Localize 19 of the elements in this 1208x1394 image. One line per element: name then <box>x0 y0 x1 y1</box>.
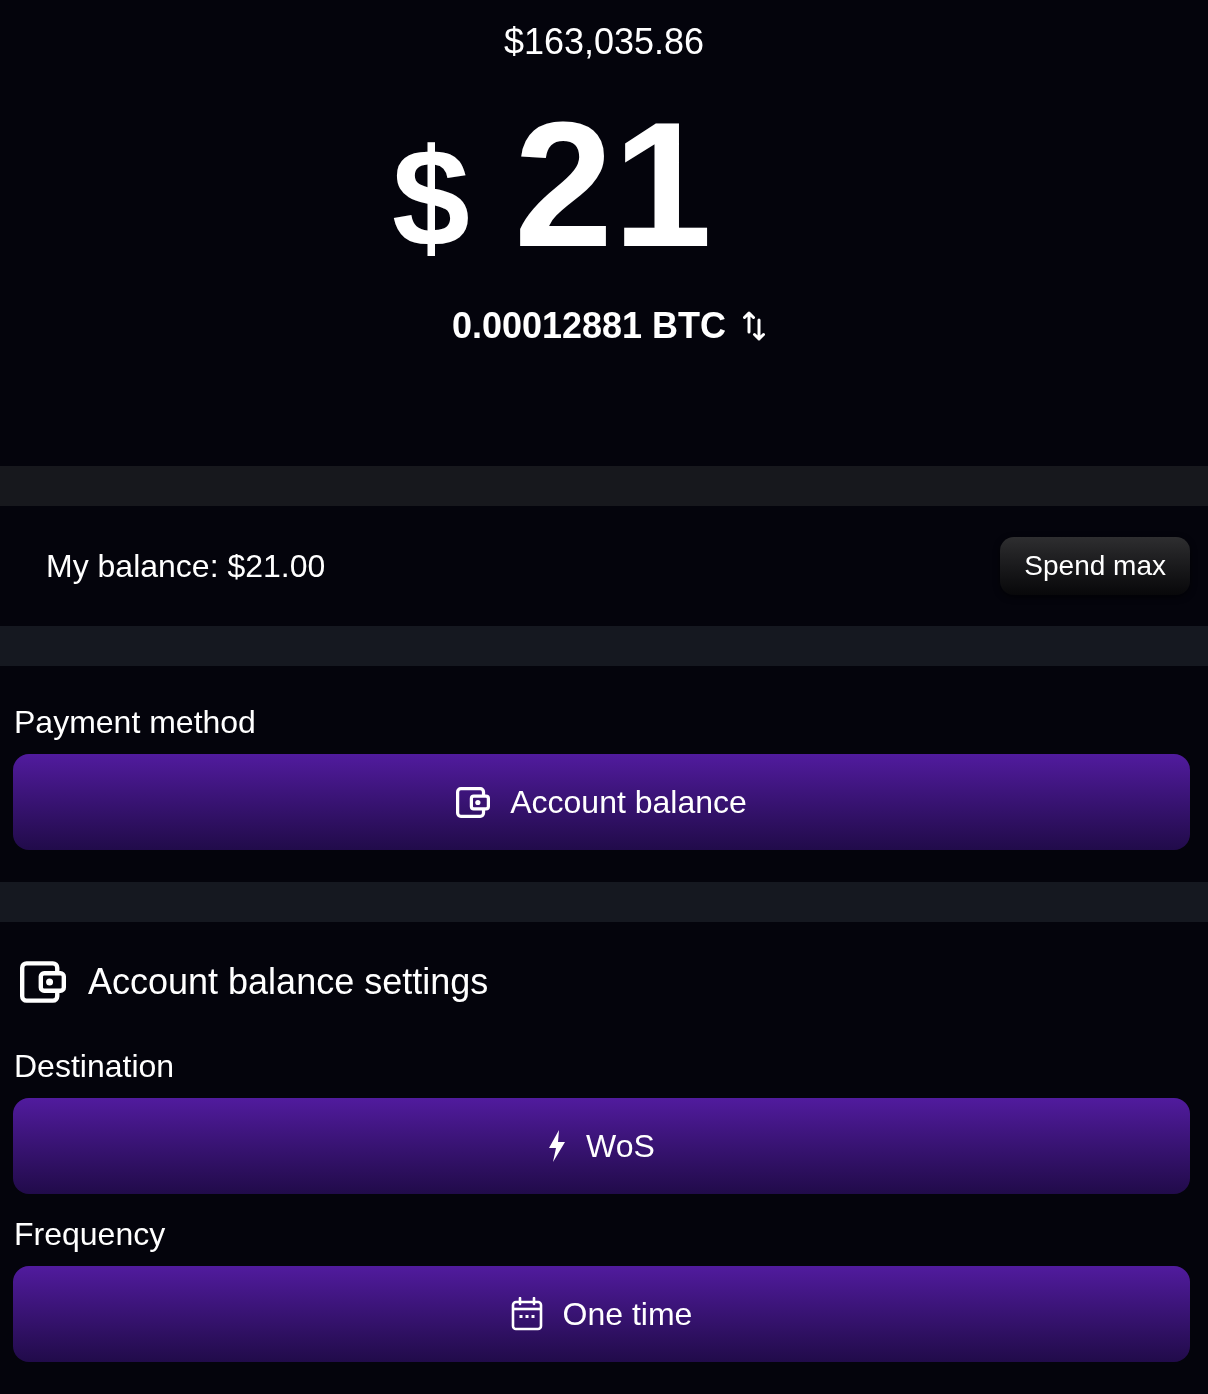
lightning-bolt-icon <box>548 1130 567 1162</box>
field-selector[interactable]: WoS <box>13 1098 1190 1194</box>
balance-label: My balance: $21.00 <box>46 547 326 586</box>
payment-method-selector[interactable]: Account balance <box>13 754 1190 850</box>
amount-value: 21 <box>513 96 712 274</box>
field-selector[interactable]: One time <box>13 1266 1190 1362</box>
wallet-icon <box>20 961 66 1003</box>
bitcoin-price: $163,035.86 <box>503 20 705 64</box>
swap-arrows-icon <box>743 310 766 342</box>
currency-symbol: $ <box>392 128 470 268</box>
field-label: Frequency <box>14 1215 166 1254</box>
swap-currency-button[interactable] <box>742 309 767 343</box>
payment-method-label: Payment method <box>14 703 256 742</box>
spend-max-button[interactable]: Spend max <box>1000 537 1190 595</box>
wallet-icon <box>456 786 491 818</box>
calendar-icon <box>510 1297 543 1331</box>
field-label: Destination <box>14 1047 175 1086</box>
btc-amount: 0.00012881 BTC <box>451 304 727 348</box>
settings-title: Account balance settings <box>88 960 489 1004</box>
